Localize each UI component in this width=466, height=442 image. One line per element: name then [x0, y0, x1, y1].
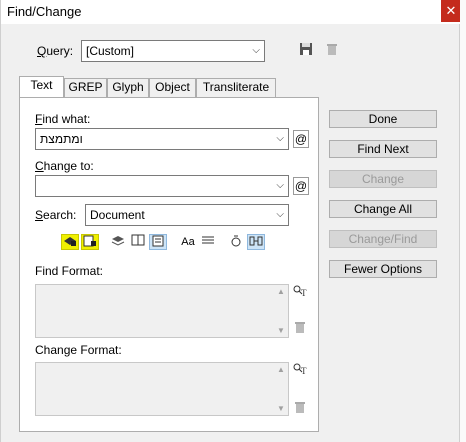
include-hidden-layers-icon[interactable] — [109, 234, 127, 250]
search-scope-select[interactable]: Document ⌵ — [85, 204, 289, 226]
change-format-label: Change Format: — [35, 343, 122, 357]
change-find-button[interactable]: Change/Find — [329, 230, 437, 248]
case-sensitive-icon[interactable]: Aa — [179, 234, 197, 250]
close-icon[interactable]: ✕ — [446, 3, 457, 18]
chevron-down-icon: ⌵ — [276, 133, 284, 144]
special-character-menu-icon[interactable]: @ — [293, 130, 309, 148]
find-what-input[interactable]: ומתמצת ⌵ — [35, 128, 289, 150]
tab-text[interactable]: Text — [19, 76, 64, 98]
include-master-pages-icon[interactable] — [129, 234, 147, 250]
tab-transliterate[interactable]: Transliterate — [196, 78, 276, 97]
chevron-down-icon: ⌵ — [252, 45, 260, 56]
diacritic-sensitive-icon[interactable] — [227, 234, 245, 250]
clear-change-format-icon[interactable] — [291, 400, 309, 416]
change-all-button[interactable]: Change All — [329, 200, 437, 218]
include-locked-layers-icon[interactable] — [61, 234, 79, 250]
query-value: [Custom] — [86, 44, 135, 58]
delete-query-icon[interactable] — [323, 42, 341, 58]
chevron-down-icon: ⌵ — [276, 209, 284, 220]
background-window-edge — [460, 0, 466, 442]
find-format-label: Find Format: — [35, 264, 104, 278]
chevron-down-icon: ⌵ — [276, 180, 284, 191]
query-select[interactable]: [Custom] ⌵ — [81, 40, 265, 62]
change-to-input[interactable]: ⌵ — [35, 175, 289, 197]
change-format-box[interactable]: ▲ ▼ — [35, 362, 289, 416]
include-footnotes-icon[interactable] — [149, 234, 167, 250]
svg-text:T: T — [301, 366, 307, 376]
find-change-dialog: Find/Change ✕ Query: [Custom] ⌵ Text GRE… — [0, 0, 461, 442]
title-bar: Find/Change ✕ — [1, 0, 461, 24]
specify-find-format-icon[interactable]: T — [291, 284, 309, 300]
include-locked-stories-icon[interactable] — [81, 234, 99, 250]
tab-grep[interactable]: GREP — [64, 78, 107, 97]
find-what-value: ומתמצת — [40, 132, 83, 146]
scrollbar[interactable]: ▲ ▼ — [274, 363, 288, 415]
close-button[interactable]: ✕ — [441, 0, 461, 22]
tab-object[interactable]: Object — [149, 78, 196, 97]
specify-change-format-icon[interactable]: T — [291, 362, 309, 378]
kashida-sensitive-icon[interactable] — [247, 234, 265, 250]
window-title: Find/Change — [7, 4, 82, 19]
fewer-options-button[interactable]: Fewer Options — [329, 260, 437, 278]
done-button[interactable]: Done — [329, 110, 437, 128]
save-query-icon[interactable] — [297, 42, 315, 58]
whole-word-icon[interactable] — [199, 234, 217, 250]
search-label: Search: — [35, 208, 77, 222]
clear-find-format-icon[interactable] — [291, 320, 309, 336]
find-next-button[interactable]: Find Next — [329, 140, 437, 158]
find-format-box[interactable]: ▲ ▼ — [35, 284, 289, 338]
special-character-menu-icon[interactable]: @ — [293, 177, 309, 195]
scrollbar[interactable]: ▲ ▼ — [274, 285, 288, 337]
find-what-label: Find what: — [35, 112, 91, 126]
tab-glyph[interactable]: Glyph — [107, 78, 149, 97]
change-button[interactable]: Change — [329, 170, 437, 188]
query-label: Query: — [37, 44, 74, 58]
change-to-label: Change to: — [35, 159, 94, 173]
search-scope-value: Document — [90, 208, 145, 222]
svg-text:T: T — [301, 288, 307, 298]
